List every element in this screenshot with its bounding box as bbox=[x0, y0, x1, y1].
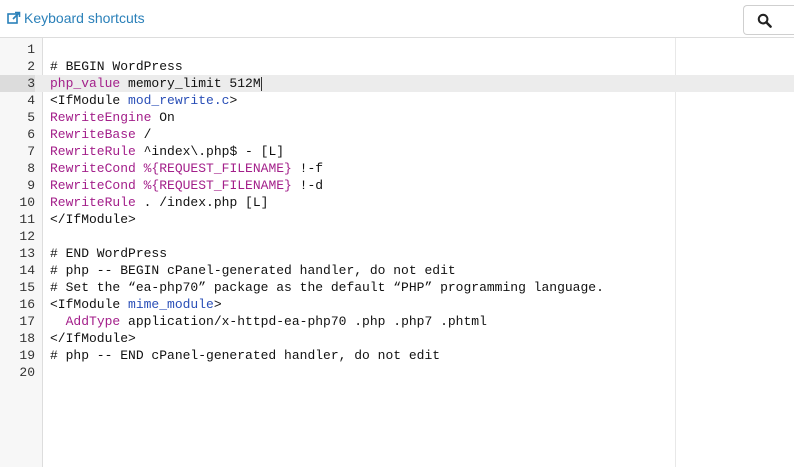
line-number: 10 bbox=[19, 195, 35, 210]
code-line[interactable]: 11 </IfModule> bbox=[0, 211, 794, 228]
code-token: mod_rewrite.c bbox=[128, 93, 230, 108]
code-token: RewriteCond bbox=[50, 178, 136, 193]
code-token: %{REQUEST_FILENAME} bbox=[135, 178, 292, 193]
code-token: RewriteRule bbox=[50, 195, 136, 210]
code-token: / bbox=[135, 127, 152, 142]
line-number: 12 bbox=[19, 229, 35, 244]
line-content: </IfModule> bbox=[50, 211, 136, 228]
line-number: 20 bbox=[19, 365, 35, 380]
code-token: <IfModule bbox=[50, 297, 129, 312]
line-number: 1 bbox=[27, 42, 35, 57]
line-number: 9 bbox=[27, 178, 35, 193]
code-token: ^index\.php$ - [L] bbox=[135, 144, 285, 159]
code-token: # BEGIN WordPress bbox=[50, 59, 183, 74]
code-token: memory_limit 512M bbox=[120, 76, 261, 91]
line-number: 3 bbox=[0, 75, 35, 92]
code-line[interactable]: 18 </IfModule> bbox=[0, 330, 794, 347]
line-content: RewriteEngine On bbox=[50, 109, 175, 126]
keyboard-shortcuts-link[interactable]: Keyboard shortcuts bbox=[7, 9, 145, 27]
line-number: 17 bbox=[19, 314, 35, 329]
code-line[interactable]: 19 # php -- END cPanel-generated handler,… bbox=[0, 347, 794, 364]
line-content: <IfModule mime_module> bbox=[50, 296, 222, 313]
line-content: AddType application/x-httpd-ea-php70 .ph… bbox=[50, 313, 487, 330]
code-token: <IfModule bbox=[50, 93, 129, 108]
keyboard-shortcuts-label: Keyboard shortcuts bbox=[24, 10, 145, 26]
code-line[interactable]: 3 php_value memory_limit 512M bbox=[0, 75, 794, 92]
line-number: 4 bbox=[27, 93, 35, 108]
line-number: 16 bbox=[19, 297, 35, 312]
line-content: <IfModule mod_rewrite.c> bbox=[50, 92, 237, 109]
code-line[interactable]: 9 RewriteCond %{REQUEST_FILENAME} !-d bbox=[0, 177, 794, 194]
line-number: 14 bbox=[19, 263, 35, 278]
code-editor[interactable]: 1 2 # BEGIN WordPress 3 php_value memory_lim… bbox=[0, 37, 794, 467]
code-token: </IfModule> bbox=[50, 212, 136, 227]
line-content: RewriteRule . /index.php [L] bbox=[50, 194, 268, 211]
code-token: # php -- BEGIN cPanel-generated handler,… bbox=[50, 263, 456, 278]
line-number: 18 bbox=[19, 331, 35, 346]
line-number: 2 bbox=[27, 59, 35, 74]
code-token: AddType bbox=[65, 314, 121, 329]
code-token: > bbox=[213, 297, 222, 312]
code-line[interactable]: 12 bbox=[0, 228, 794, 245]
line-content: RewriteCond %{REQUEST_FILENAME} !-f bbox=[50, 160, 323, 177]
code-token: # php -- END cPanel-generated handler, d… bbox=[50, 348, 441, 363]
code-line[interactable]: 13 # END WordPress bbox=[0, 245, 794, 262]
code-token: RewriteRule bbox=[50, 144, 136, 159]
text-cursor bbox=[260, 76, 262, 91]
line-content: # BEGIN WordPress bbox=[50, 58, 183, 75]
code-line[interactable]: 15 # Set the “ea-php70” package as the de… bbox=[0, 279, 794, 296]
code-token: # END WordPress bbox=[50, 246, 168, 261]
line-number: 8 bbox=[27, 161, 35, 176]
search-button[interactable] bbox=[743, 5, 784, 35]
search-input-edge[interactable] bbox=[782, 5, 794, 35]
line-number: 6 bbox=[27, 127, 35, 142]
code-line[interactable]: 2 # BEGIN WordPress bbox=[0, 58, 794, 75]
line-content: RewriteCond %{REQUEST_FILENAME} !-d bbox=[50, 177, 323, 194]
editor-toolbar: Keyboard shortcuts bbox=[0, 0, 794, 36]
code-token: RewriteCond bbox=[50, 161, 136, 176]
line-content: RewriteRule ^index\.php$ - [L] bbox=[50, 143, 284, 160]
code-token: php_value bbox=[50, 76, 121, 91]
code-token: </IfModule> bbox=[50, 331, 136, 346]
line-number: 15 bbox=[19, 280, 35, 295]
code-line[interactable]: 4 <IfModule mod_rewrite.c> bbox=[0, 92, 794, 109]
code-line[interactable]: 5 RewriteEngine On bbox=[0, 109, 794, 126]
line-number: 13 bbox=[19, 246, 35, 261]
code-line[interactable]: 14 # php -- BEGIN cPanel-generated handle… bbox=[0, 262, 794, 279]
code-line[interactable]: 20 bbox=[0, 364, 794, 381]
line-content: # Set the “ea-php70” package as the defa… bbox=[50, 279, 604, 296]
search-icon bbox=[757, 13, 772, 28]
line-content: # END WordPress bbox=[50, 245, 167, 262]
external-link-icon bbox=[7, 11, 21, 24]
line-number: 7 bbox=[27, 144, 35, 159]
code-line[interactable]: 16 <IfModule mime_module> bbox=[0, 296, 794, 313]
line-number: 11 bbox=[19, 212, 35, 227]
code-token: %{REQUEST_FILENAME} bbox=[135, 161, 292, 176]
code-line[interactable]: 7 RewriteRule ^index\.php$ - [L] bbox=[0, 143, 794, 160]
code-line[interactable]: 10 RewriteRule . /index.php [L] bbox=[0, 194, 794, 211]
code-lines[interactable]: 1 2 # BEGIN WordPress 3 php_value memory_lim… bbox=[0, 41, 794, 381]
code-line[interactable]: 17 AddType application/x-httpd-ea-php70 … bbox=[0, 313, 794, 330]
code-token: . /index.php [L] bbox=[135, 195, 269, 210]
code-token: RewriteBase bbox=[50, 127, 136, 142]
code-token: > bbox=[229, 93, 238, 108]
line-content: </IfModule> bbox=[50, 330, 136, 347]
code-token: !-f bbox=[291, 161, 324, 176]
line-content: RewriteBase / bbox=[50, 126, 151, 143]
code-line[interactable]: 8 RewriteCond %{REQUEST_FILENAME} !-f bbox=[0, 160, 794, 177]
code-token: # Set the “ea-php70” package as the defa… bbox=[50, 280, 604, 295]
line-content: # php -- END cPanel-generated handler, d… bbox=[50, 347, 440, 364]
code-token: !-d bbox=[291, 178, 324, 193]
code-token: application/x-httpd-ea-php70 .php .php7 … bbox=[120, 314, 487, 329]
line-number: 19 bbox=[19, 348, 35, 363]
code-token: mime_module bbox=[128, 297, 214, 312]
line-content: # php -- BEGIN cPanel-generated handler,… bbox=[50, 262, 456, 279]
code-line[interactable]: 6 RewriteBase / bbox=[0, 126, 794, 143]
code-line[interactable]: 1 bbox=[0, 41, 794, 58]
code-token: RewriteEngine bbox=[50, 110, 152, 125]
line-number: 5 bbox=[27, 110, 35, 125]
line-content: php_value memory_limit 512M bbox=[50, 75, 262, 92]
code-token: On bbox=[151, 110, 175, 125]
